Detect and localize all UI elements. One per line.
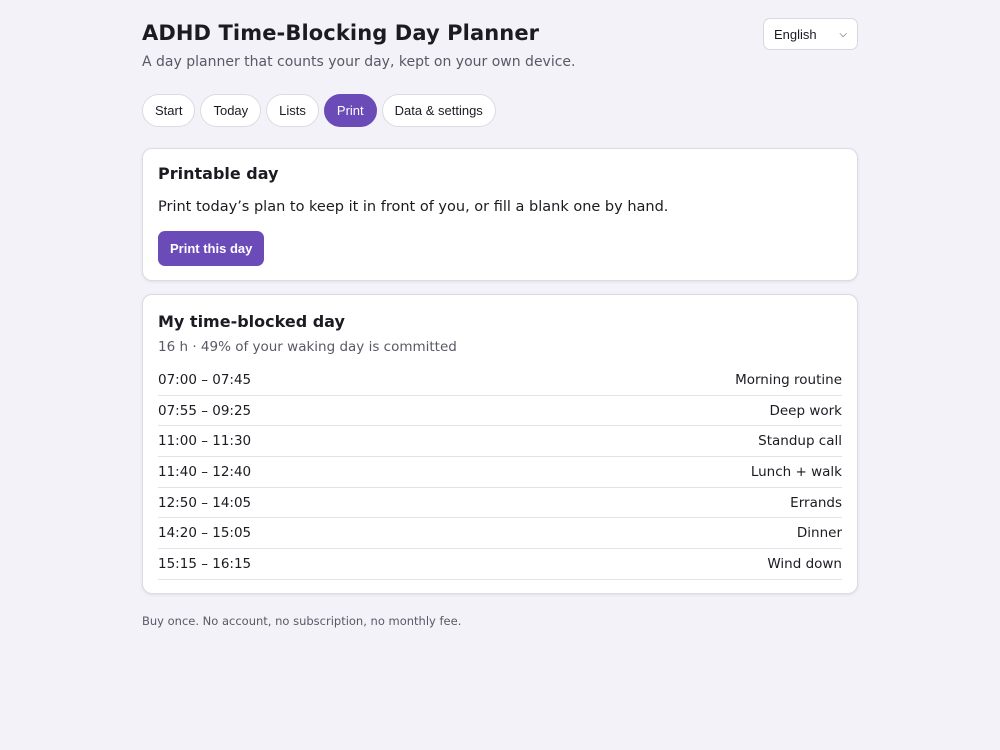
committed-summary: 16 h · 49% of your waking day is committ… [158,339,457,355]
print-this-day-button[interactable]: Print this day [158,231,265,266]
time-block-label: Errands [790,494,842,511]
time-block-label: Dinner [796,525,842,542]
time-block-row: 15:15 – 16:15 Wind down [158,549,842,580]
page-title: ADHD Time-Blocking Day Planner [142,21,540,45]
tab-print[interactable]: Print [323,94,377,127]
time-block-row: 11:40 – 12:40 Lunch + walk [158,457,842,488]
time-block-row: 12:50 – 14:05 Errands [158,488,842,519]
time-block-time: 11:40 – 12:40 [158,463,252,480]
printable-day-card: Printable day Print today’s plan to keep… [142,148,858,281]
time-block-time: 14:20 – 15:05 [158,525,252,542]
time-block-label: Wind down [767,555,842,572]
time-block-row: 07:55 – 09:25 Deep work [158,396,842,427]
tab-bar: Start Today Lists Print Data & settings [142,94,496,127]
language-select-value: English [774,26,817,42]
time-block-label: Lunch + walk [750,463,842,480]
time-block-row: 07:00 – 07:45 Morning routine [158,365,842,396]
page-subtitle: A day planner that counts your day, kept… [142,54,576,70]
language-select[interactable]: English ⌵ [763,18,858,50]
time-block-time: 07:00 – 07:45 [158,371,252,388]
tab-start[interactable]: Start [142,94,196,127]
time-block-label: Deep work [769,402,842,419]
time-block-label: Standup call [758,433,842,450]
time-block-time: 07:55 – 09:25 [158,402,252,419]
time-blocked-day-card: My time-blocked day 16 h · 49% of your w… [142,294,858,594]
tab-data-settings[interactable]: Data & settings [381,94,496,127]
footer-note: Buy once. No account, no subscription, n… [142,614,462,628]
time-block-row: 14:20 – 15:05 Dinner [158,518,842,550]
printable-day-title: Printable day [158,164,279,183]
tab-today[interactable]: Today [200,94,262,127]
printable-day-text: Print today’s plan to keep it in front o… [158,199,669,215]
time-block-time: 11:00 – 11:30 [158,433,252,450]
tab-lists[interactable]: Lists [266,94,319,127]
time-block-time: 15:15 – 16:15 [158,555,252,572]
time-block-label: Morning routine [735,371,842,388]
chevron-down-icon: ⌵ [839,28,847,40]
time-block-time: 12:50 – 14:05 [158,494,252,511]
time-block-row: 11:00 – 11:30 Standup call [158,426,842,458]
time-blocked-day-title: My time-blocked day [158,312,345,331]
time-block-list: 07:00 – 07:45 Morning routine 07:55 – 09… [158,365,842,580]
